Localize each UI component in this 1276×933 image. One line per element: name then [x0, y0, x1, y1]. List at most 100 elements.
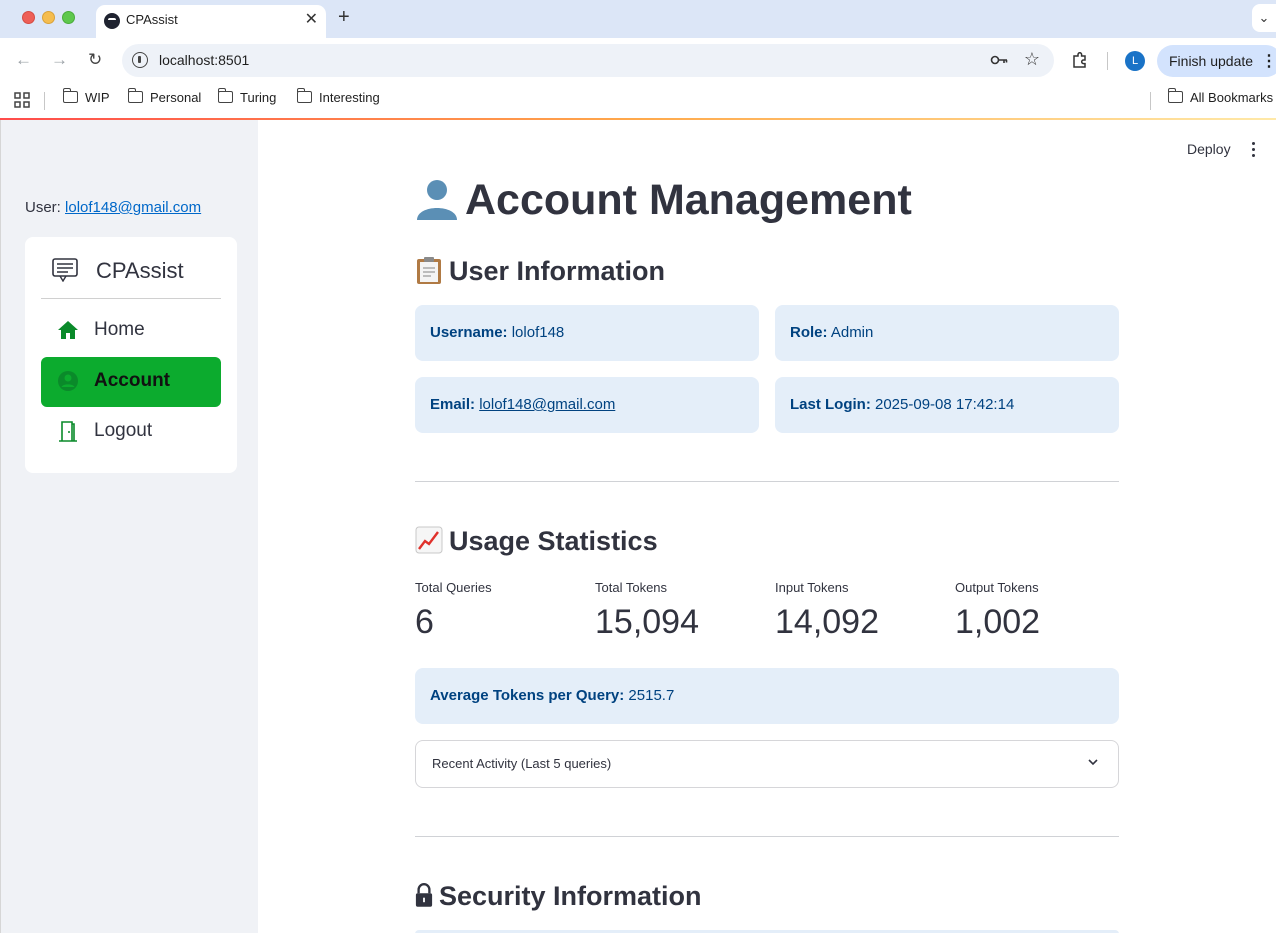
person-circle-icon [58, 371, 78, 391]
username-label: Username: [430, 324, 508, 341]
bookmarks-divider [1150, 92, 1151, 110]
sidebar-item-logout[interactable]: Logout [41, 407, 221, 457]
role-info-box: Role: Admin [775, 305, 1119, 361]
user-email-link[interactable]: lolof148@gmail.com [65, 199, 201, 216]
expander-label: Recent Activity (Last 5 queries) [432, 756, 612, 771]
username-value: lolof148 [511, 324, 565, 341]
bookmarks-bar: WIP Personal Turing Interesting All Book… [0, 84, 1276, 118]
bookmark-label: Turing [240, 90, 277, 105]
bookmark-label: Interesting [319, 90, 380, 105]
address-bar[interactable]: localhost:8501 ☆ [122, 44, 1054, 77]
metric-label: Total Tokens [595, 580, 668, 595]
average-tokens-info-box: Average Tokens per Query: 2515.7 [415, 668, 1119, 724]
username-info-box: Username: lolof148 [415, 305, 759, 361]
metric-value: 14,092 [775, 603, 879, 641]
chevron-down-icon[interactable] [1088, 757, 1098, 767]
sidebar-item-home[interactable]: Home [41, 306, 221, 356]
metric-input-tokens: Input Tokens 14,092 [775, 580, 955, 642]
folder-icon [62, 88, 78, 103]
menu-title: CPAssist [96, 258, 184, 283]
clipboard-icon [417, 257, 441, 284]
new-tab-icon[interactable]: + [338, 6, 350, 29]
browser-tab[interactable]: CPAssist ✕ [96, 5, 326, 38]
page-title: Account Management [415, 176, 912, 225]
sidebar-item-label: Account [94, 370, 170, 391]
metric-value: 6 [415, 603, 434, 641]
lock-icon [415, 883, 433, 907]
chrome-menu-icon[interactable]: ⋮ [1261, 51, 1276, 71]
metric-total-tokens: Total Tokens 15,094 [595, 580, 775, 642]
close-tab-icon[interactable]: ✕ [305, 9, 318, 29]
folder-icon [127, 88, 143, 103]
close-window-button[interactable] [22, 11, 35, 24]
chart-increasing-icon [415, 526, 443, 554]
sidebar-item-label: Logout [94, 420, 153, 441]
usage-statistics-heading: Usage Statistics [415, 526, 658, 557]
tab-search-chevron-icon[interactable]: ⌄ [1252, 4, 1276, 32]
metric-output-tokens: Output Tokens 1,002 [955, 580, 1135, 642]
metric-label: Output Tokens [955, 580, 1039, 595]
all-bookmarks-button[interactable]: All Bookmarks [1167, 88, 1274, 112]
bust-silhouette-icon [417, 180, 457, 220]
metric-label: Total Queries [415, 580, 492, 595]
menu-header: CPAssist [41, 255, 221, 299]
role-value: Admin [830, 324, 874, 341]
profile-avatar[interactable]: L [1125, 51, 1145, 71]
reload-icon[interactable]: ↻ [88, 50, 102, 70]
site-info-icon[interactable] [132, 52, 148, 68]
last-login-value: 2025-09-08 17:42:14 [875, 396, 1015, 413]
bookmark-star-icon[interactable]: ☆ [1024, 49, 1040, 70]
streamlit-favicon-icon [104, 13, 120, 29]
sidebar-user-line: User: lolof148@gmail.com [25, 199, 201, 216]
average-tokens-label: Average Tokens per Query: [430, 687, 625, 704]
browser-tabstrip: CPAssist ✕ + ⌄ [0, 0, 1276, 38]
role-label: Role: [790, 324, 828, 341]
email-info-box: Email: lolof148@gmail.com [415, 377, 759, 433]
back-arrow-icon[interactable]: ← [15, 50, 32, 70]
bookmark-label: Personal [150, 90, 202, 105]
metric-label: Input Tokens [775, 580, 849, 595]
user-information-heading: User Information [415, 256, 665, 287]
bookmark-folder-turing[interactable]: Turing [217, 88, 277, 112]
finish-update-label: Finish update [1169, 53, 1254, 69]
section-divider [415, 836, 1119, 837]
bookmark-folder-wip[interactable]: WIP [62, 88, 110, 112]
card-text-icon [52, 258, 78, 282]
sidebar-item-account[interactable]: Account [41, 357, 221, 407]
folder-icon [1167, 88, 1183, 103]
folder-icon [296, 88, 312, 103]
url-text[interactable]: localhost:8501 [159, 52, 249, 68]
recent-activity-expander[interactable]: Recent Activity (Last 5 queries) [415, 740, 1119, 788]
average-tokens-value: 2515.7 [628, 687, 675, 704]
tab-title: CPAssist [126, 12, 178, 27]
last-login-label: Last Login: [790, 396, 871, 413]
option-menu: CPAssist Home Account Logout [25, 237, 237, 473]
email-link[interactable]: lolof148@gmail.com [479, 396, 615, 413]
user-prefix: User: [25, 199, 66, 216]
house-icon [58, 321, 78, 339]
apps-grid-icon[interactable] [14, 92, 30, 108]
all-bookmarks-label: All Bookmarks [1190, 90, 1274, 105]
maximize-window-button[interactable] [62, 11, 75, 24]
heading-text: Usage Statistics [449, 526, 658, 556]
deploy-button[interactable]: Deploy [1187, 141, 1231, 157]
finish-update-button[interactable]: Finish update ⋮ [1157, 45, 1276, 77]
section-divider [415, 481, 1119, 482]
sidebar: User: lolof148@gmail.com CPAssist Home A… [0, 120, 258, 933]
metric-value: 15,094 [595, 603, 699, 641]
security-information-heading: Security Information [415, 881, 702, 912]
forward-arrow-icon[interactable]: → [51, 50, 68, 70]
toolbar-divider [1107, 52, 1108, 70]
main-menu-kebab-icon[interactable] [1249, 140, 1257, 158]
extensions-puzzle-icon[interactable] [1071, 51, 1089, 69]
heading-text: User Information [449, 256, 666, 286]
folder-icon [217, 88, 233, 103]
bookmark-folder-interesting[interactable]: Interesting [296, 88, 380, 112]
bookmark-folder-personal[interactable]: Personal [127, 88, 202, 112]
minimize-window-button[interactable] [42, 11, 55, 24]
door-open-icon [59, 421, 77, 442]
password-key-icon[interactable] [990, 52, 1008, 68]
sidebar-item-label: Home [94, 319, 145, 340]
bookmark-label: WIP [85, 90, 110, 105]
metric-total-queries: Total Queries 6 [415, 580, 595, 642]
